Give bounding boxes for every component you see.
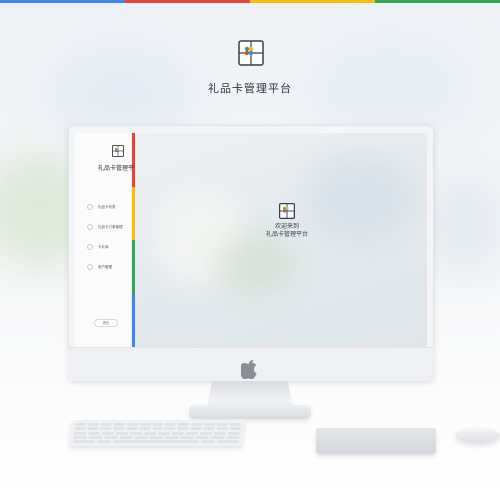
sidebar-item-label: 卡片库 xyxy=(98,244,109,249)
welcome-line-2: 礼品卡管理平台 xyxy=(265,231,308,238)
circle-icon xyxy=(87,264,93,270)
sidebar-item-order-management[interactable]: 礼品卡订单管理 xyxy=(87,223,123,231)
key-row xyxy=(74,423,242,426)
sidebar-item-user-management[interactable]: 用户管理 xyxy=(87,263,123,271)
gift-card-icon xyxy=(238,40,264,66)
strip-segment-blue xyxy=(0,0,125,3)
welcome-line-1: 欢迎来到 xyxy=(274,223,299,230)
bg-blur-blob xyxy=(215,233,295,293)
welcome-message: 欢迎来到 礼品卡管理平台 xyxy=(135,223,427,239)
circle-icon xyxy=(87,224,93,230)
gift-card-icon xyxy=(112,145,124,157)
key-row xyxy=(74,427,241,431)
top-color-strip xyxy=(0,0,500,3)
monitor-stand-base xyxy=(189,405,311,419)
strip-segment-red xyxy=(125,0,250,3)
key-row xyxy=(73,431,241,435)
sidebar-menu: 礼品卡列表 礼品卡订单管理 卡片库 用户管理 xyxy=(87,203,123,283)
sidebar-item-label: 礼品卡订单管理 xyxy=(98,224,123,229)
sidebar-item-card-library[interactable]: 卡片库 xyxy=(87,243,123,251)
keyboard xyxy=(68,420,246,446)
main-welcome-area: 欢迎来到 礼品卡管理平台 xyxy=(135,133,427,347)
logout-button[interactable]: 退出 xyxy=(94,319,118,327)
brand-title: 礼品卡管理平台 xyxy=(208,82,292,95)
apple-icon xyxy=(241,359,257,379)
key-row xyxy=(73,435,240,439)
gift-card-icon xyxy=(279,203,295,219)
sidebar-item-label: 礼品卡列表 xyxy=(98,204,116,209)
key-row xyxy=(72,440,240,443)
sidebar-item-label: 用户管理 xyxy=(98,264,112,269)
imac-monitor: 礼品卡管理平台 礼品卡列表 礼品卡订单管理 卡片库 用户管理 退出 欢迎来到 礼… xyxy=(68,125,434,381)
sidebar-item-gift-card-list[interactable]: 礼品卡列表 xyxy=(87,203,123,211)
strip-segment-yellow xyxy=(250,0,375,3)
circle-icon xyxy=(87,244,93,250)
trackpad xyxy=(316,428,436,454)
mouse xyxy=(455,427,500,443)
strip-segment-green xyxy=(375,0,500,3)
circle-icon xyxy=(87,204,93,210)
monitor-screen: 礼品卡管理平台 礼品卡列表 礼品卡订单管理 卡片库 用户管理 退出 欢迎来到 礼… xyxy=(75,133,427,347)
monitor-chin xyxy=(68,347,434,381)
